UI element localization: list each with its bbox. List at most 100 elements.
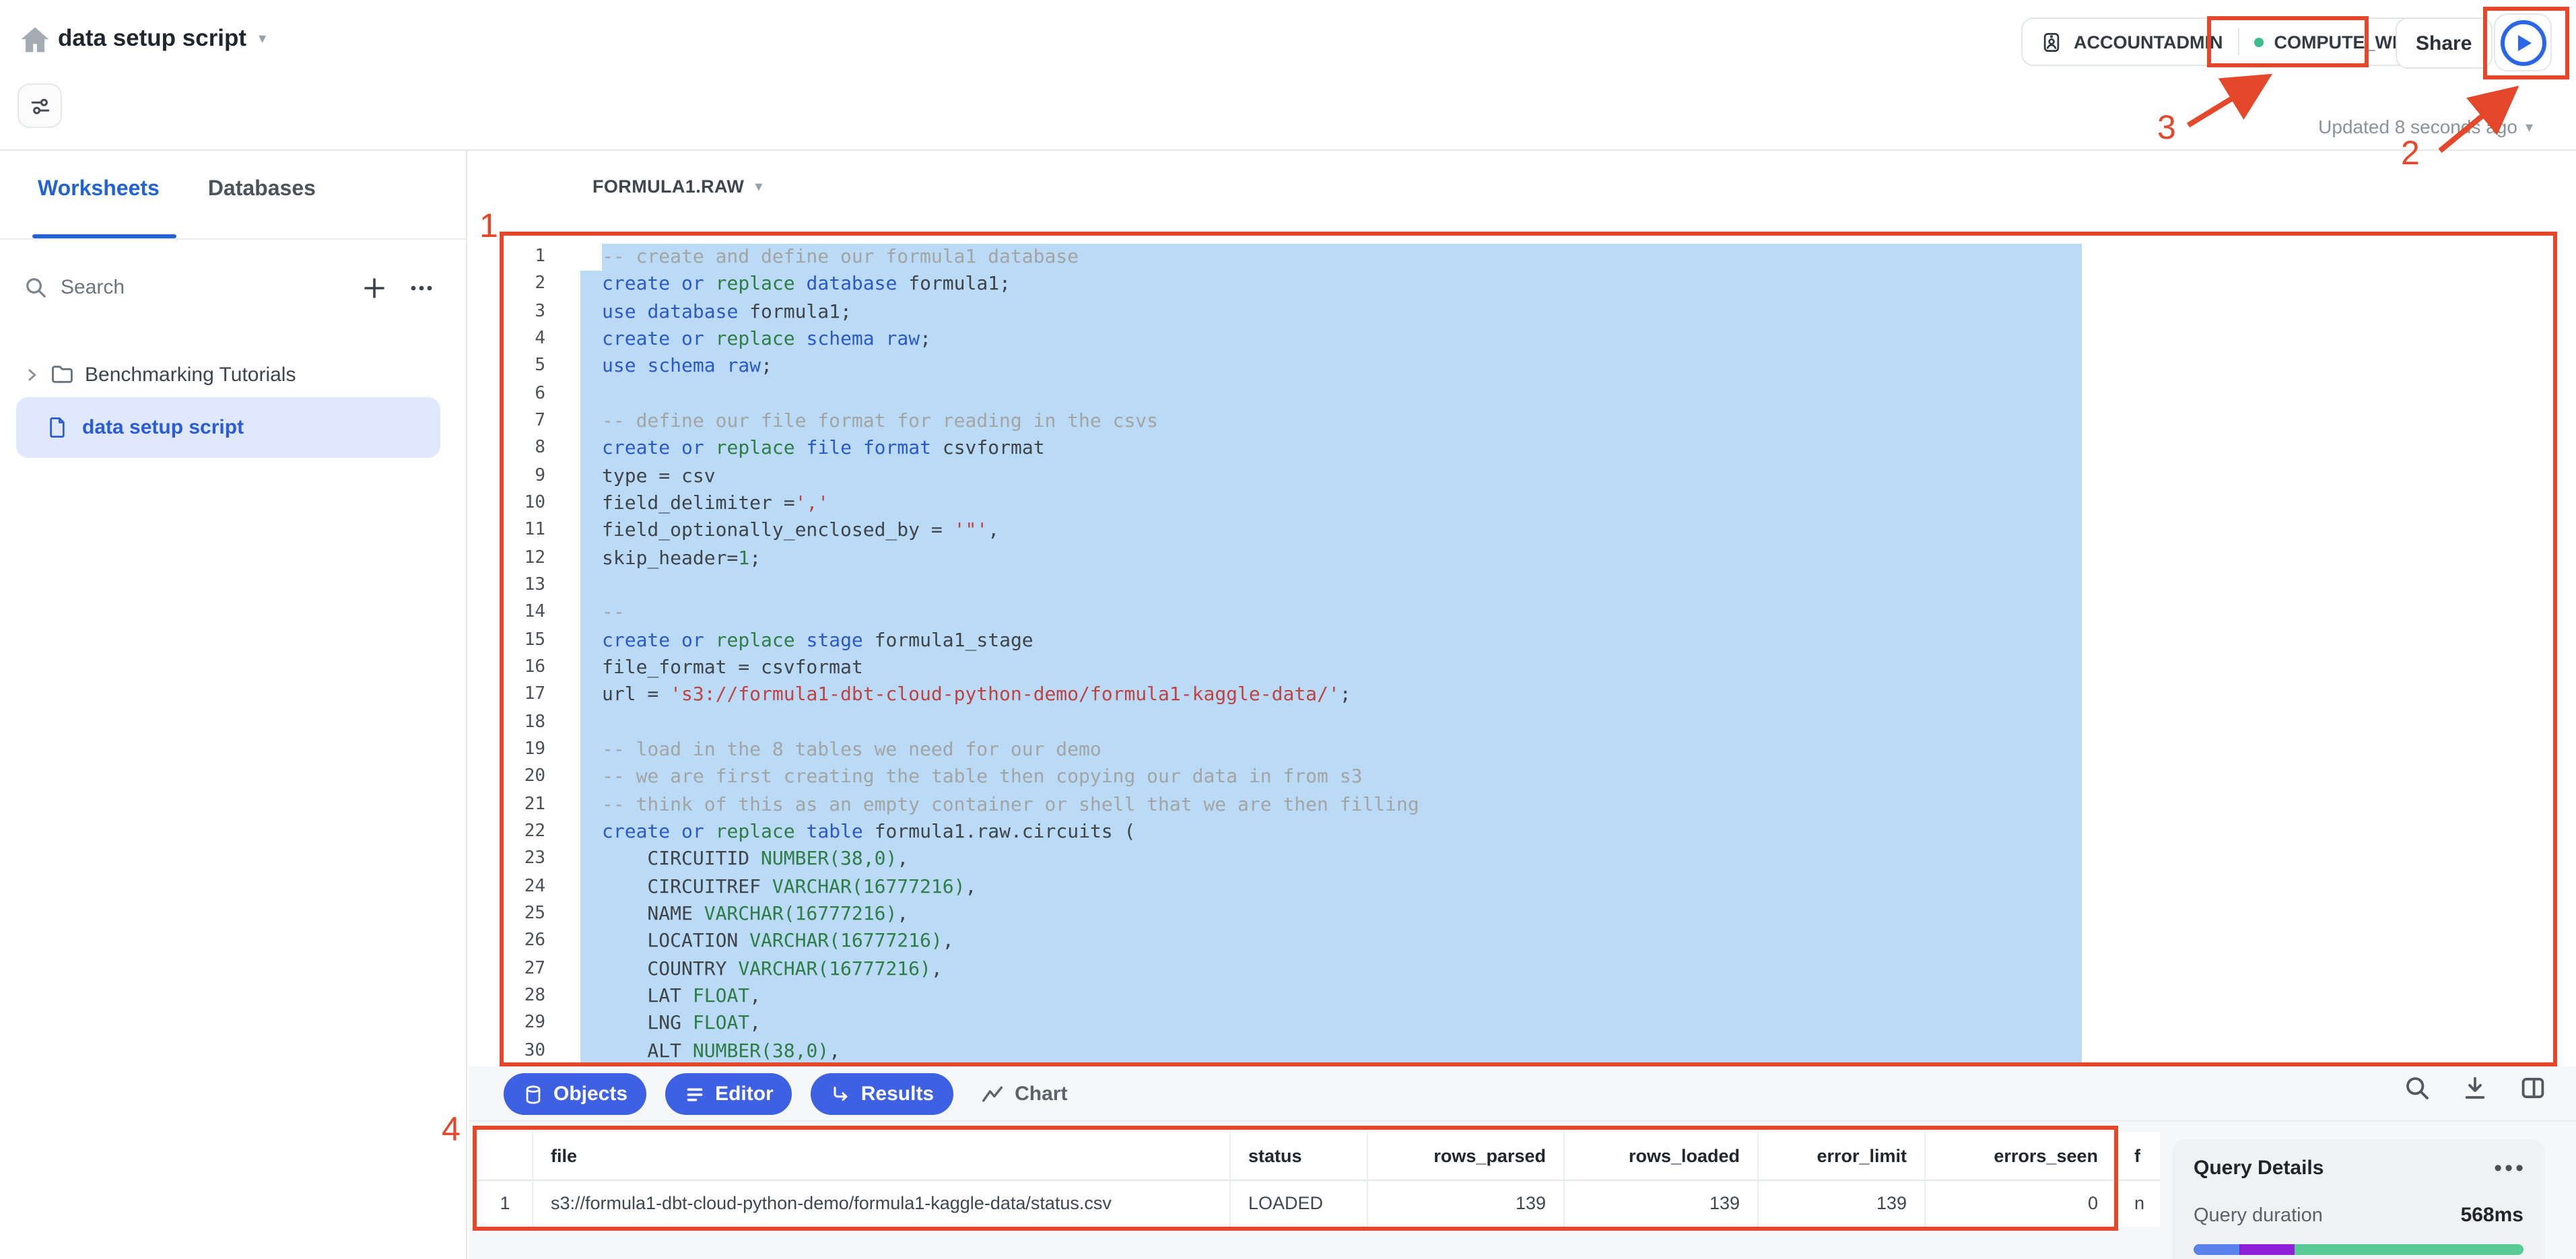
selection-highlight: [580, 380, 2082, 408]
code-text: --: [602, 600, 625, 627]
line-number: 16: [505, 654, 545, 682]
code-line: 4create or replace schema raw;: [505, 326, 2553, 353]
schema-context-label: FORMULA1.RAW: [592, 176, 744, 197]
code-line: 19-- load in the 8 tables we need for ou…: [505, 737, 2553, 764]
search-results-icon[interactable]: [2404, 1075, 2431, 1101]
objects-toggle-button[interactable]: Objects: [504, 1073, 646, 1115]
panel-toolbar: Objects Editor Results: [469, 1066, 2576, 1120]
code-text: url = 's3://formula1-dbt-cloud-python-de…: [602, 682, 1351, 710]
code-text: LOCATION VARCHAR(16777216),: [602, 928, 954, 955]
column-header-rows_loaded: rows_loaded: [1565, 1132, 1759, 1181]
worksheet-label: data setup script: [82, 416, 244, 439]
code-line: 15create or replace stage formula1_stage: [505, 627, 2553, 654]
code-line: 8create or replace file format csvformat: [505, 436, 2553, 463]
code-text: NAME VARCHAR(16777216),: [602, 901, 908, 928]
code-text: use database formula1;: [602, 298, 852, 326]
sidebar-item-data-setup-script[interactable]: data setup script: [16, 397, 440, 458]
line-number: 23: [505, 846, 545, 873]
selection-highlight: [580, 600, 2082, 627]
code-line: 10field_delimiter =',': [505, 490, 2553, 518]
run-button[interactable]: [2494, 13, 2552, 71]
query-details-menu-icon[interactable]: •••: [2494, 1161, 2526, 1175]
editor-toggle-button[interactable]: Editor: [665, 1073, 792, 1115]
selection-highlight: [580, 353, 2082, 381]
sidebar-item-benchmarking-tutorials[interactable]: Benchmarking Tutorials: [13, 350, 296, 399]
code-line: 21 -- think of this as an empty container…: [505, 791, 2553, 819]
split-columns-icon[interactable]: [2519, 1075, 2546, 1101]
editor-label: Editor: [715, 1083, 774, 1105]
line-number: 27: [505, 955, 545, 983]
sql-code-editor[interactable]: 1-- create and define our formula1 datab…: [505, 244, 2553, 1065]
line-number: 15: [505, 627, 545, 654]
play-icon: [2500, 20, 2546, 65]
code-text: -- think of this as an empty container o…: [602, 791, 1419, 819]
code-line: 14--: [505, 600, 2553, 627]
code-line: 25 NAME VARCHAR(16777216),: [505, 901, 2553, 928]
line-number: 9: [505, 463, 545, 490]
table-cell: 0: [1926, 1181, 2117, 1227]
sidebar-tabs-divider: [0, 238, 466, 240]
line-number: 26: [505, 928, 545, 955]
line-number: 22: [505, 819, 545, 846]
search-input[interactable]: Search: [24, 264, 385, 310]
tab-databases[interactable]: Databases: [208, 178, 316, 202]
code-text: COUNTRY VARCHAR(16777216),: [602, 955, 943, 983]
line-number: 21: [505, 791, 545, 819]
code-line: 12skip_header=1;: [505, 545, 2553, 572]
column-header-error_limit: error_limit: [1759, 1132, 1926, 1181]
code-line: 30 ALT NUMBER(38,0),: [505, 1037, 2553, 1065]
table-row[interactable]: 1s3://formula1-dbt-cloud-python-demo/for…: [478, 1181, 2160, 1227]
snowsight-worksheet-app: data setup script ▾ ACCOUNTADMIN: [0, 0, 2576, 1259]
share-label: Share: [2416, 32, 2472, 55]
line-number: 20: [505, 763, 545, 791]
code-line: 28 LAT FLOAT,: [505, 983, 2553, 1011]
editor-lines-icon: [684, 1083, 706, 1105]
code-text: field_optionally_enclosed_by = '"',: [602, 518, 999, 545]
query-details-card: Query Details ••• Query duration 568ms: [2172, 1139, 2545, 1259]
code-line: 5use schema raw;: [505, 353, 2553, 381]
chart-label: Chart: [1015, 1083, 1067, 1105]
code-line: 11field_optionally_enclosed_by = '"',: [505, 518, 2553, 545]
results-area: filestatusrows_parsedrows_loadederror_li…: [469, 1120, 2576, 1259]
results-action-icons: [2404, 1075, 2546, 1101]
code-line: 7-- define our file format for reading i…: [505, 408, 2553, 436]
line-number: 19: [505, 737, 545, 764]
code-line: 13: [505, 572, 2553, 600]
code-line: 26 LOCATION VARCHAR(16777216),: [505, 928, 2553, 955]
chart-toggle-button[interactable]: Chart: [980, 1083, 1067, 1105]
sidebar-tabs: Worksheets Databases: [38, 178, 316, 202]
new-worksheet-button[interactable]: [358, 272, 391, 304]
sliders-icon: [28, 94, 52, 118]
table-cell: 1: [478, 1181, 533, 1227]
code-line: 22create or replace table formula1.raw.c…: [505, 819, 2553, 846]
table-cell: 139: [1368, 1181, 1565, 1227]
sidebar-more-button[interactable]: [404, 272, 439, 304]
updated-status-dropdown[interactable]: Updated 8 seconds ago ▾: [2318, 116, 2533, 137]
selection-highlight: [580, 709, 2082, 737]
code-line: 27 COUNTRY VARCHAR(16777216),: [505, 955, 2553, 983]
results-toggle-button[interactable]: Results: [811, 1073, 953, 1115]
worksheet-title-dropdown[interactable]: data setup script ▾: [58, 24, 266, 53]
home-button[interactable]: [13, 19, 57, 62]
search-placeholder: Search: [61, 275, 125, 298]
code-line: 17url = 's3://formula1-dbt-cloud-python-…: [505, 682, 2553, 710]
filters-button[interactable]: [18, 83, 62, 128]
search-icon: [24, 275, 47, 298]
download-results-icon[interactable]: [2462, 1075, 2488, 1101]
chevron-down-icon: ▾: [259, 30, 266, 47]
tab-worksheets[interactable]: Worksheets: [38, 178, 160, 202]
database-schema-selector[interactable]: FORMULA1.RAW ▾: [592, 176, 762, 197]
code-line: 29 LNG FLOAT,: [505, 1010, 2553, 1037]
results-table: filestatusrows_parsedrows_loadederror_li…: [478, 1132, 2160, 1227]
duration-bar-segment: [2240, 1244, 2295, 1255]
share-button[interactable]: Share: [2396, 18, 2492, 69]
line-number: 24: [505, 873, 545, 901]
column-header-rownum: [478, 1132, 533, 1181]
chevron-down-icon: ▾: [2526, 118, 2533, 135]
code-line: 6: [505, 380, 2553, 408]
selection-highlight: [580, 983, 2082, 1011]
context-selector[interactable]: ACCOUNTADMIN COMPUTE_WH: [2021, 18, 2425, 66]
line-number: 8: [505, 436, 545, 463]
ellipsis-icon: [408, 276, 435, 300]
chevron-down-icon: ▾: [755, 178, 762, 195]
